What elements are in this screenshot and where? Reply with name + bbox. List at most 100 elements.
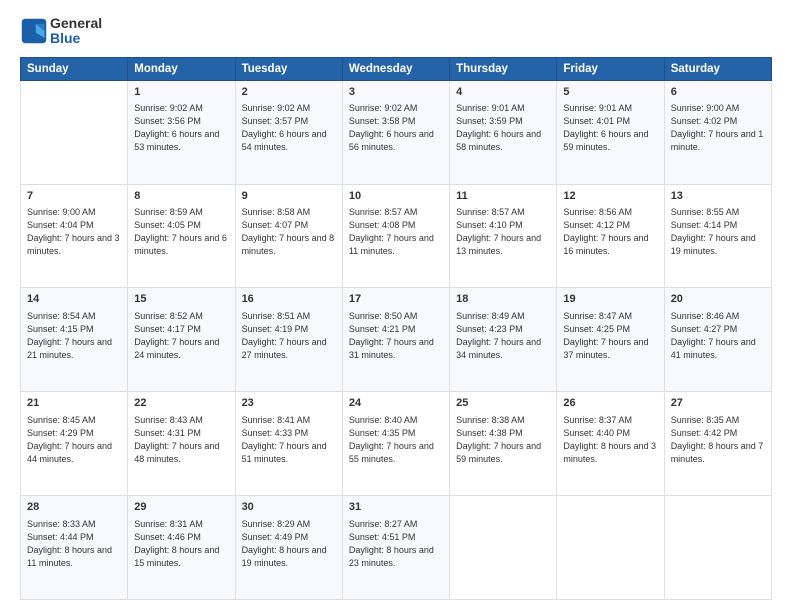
calendar-table: SundayMondayTuesdayWednesdayThursdayFrid…	[20, 57, 772, 600]
day-info: Sunrise: 8:27 AMSunset: 4:51 PMDaylight:…	[349, 518, 443, 570]
day-info: Sunrise: 8:58 AMSunset: 4:07 PMDaylight:…	[242, 206, 336, 258]
calendar-cell	[664, 496, 771, 600]
day-info: Sunrise: 9:00 AMSunset: 4:02 PMDaylight:…	[671, 102, 765, 154]
column-header-friday: Friday	[557, 57, 664, 80]
column-header-monday: Monday	[128, 57, 235, 80]
day-info: Sunrise: 9:02 AMSunset: 3:56 PMDaylight:…	[134, 102, 228, 154]
day-number: 28	[27, 500, 121, 515]
day-number: 22	[134, 396, 228, 411]
cell-content: 19 Sunrise: 8:47 AMSunset: 4:25 PMDayligh…	[563, 292, 657, 362]
day-info: Sunrise: 8:43 AMSunset: 4:31 PMDaylight:…	[134, 414, 228, 466]
calendar-cell	[21, 80, 128, 184]
day-info: Sunrise: 8:41 AMSunset: 4:33 PMDaylight:…	[242, 414, 336, 466]
cell-content: 9Sunrise: 8:58 AMSunset: 4:07 PMDaylight…	[242, 189, 336, 259]
day-info: Sunrise: 8:40 AMSunset: 4:35 PMDaylight:…	[349, 414, 443, 466]
calendar-cell: 26Sunrise: 8:37 AMSunset: 4:40 PMDayligh…	[557, 392, 664, 496]
day-number: 31	[349, 500, 443, 515]
calendar-cell: 8Sunrise: 8:59 AMSunset: 4:05 PMDaylight…	[128, 184, 235, 288]
cell-content: 10Sunrise: 8:57 AMSunset: 4:08 PMDayligh…	[349, 189, 443, 259]
day-number: 11	[456, 189, 550, 204]
cell-content: 3Sunrise: 9:02 AMSunset: 3:58 PMDaylight…	[349, 85, 443, 155]
column-header-thursday: Thursday	[450, 57, 557, 80]
calendar-cell	[450, 496, 557, 600]
calendar-cell: 5Sunrise: 9:01 AMSunset: 4:01 PMDaylight…	[557, 80, 664, 184]
day-number: 23	[242, 396, 336, 411]
cell-content: 23 Sunrise: 8:41 AMSunset: 4:33 PMDayligh…	[242, 396, 336, 466]
day-number: 19	[563, 292, 657, 307]
calendar-cell: 28Sunrise: 8:33 AMSunset: 4:44 PMDayligh…	[21, 496, 128, 600]
cell-content: 28Sunrise: 8:33 AMSunset: 4:44 PMDayligh…	[27, 500, 121, 570]
day-info: Sunrise: 8:52 AMSunset: 4:17 PMDaylight:…	[134, 310, 228, 362]
day-number: 8	[134, 189, 228, 204]
day-number: 7	[27, 189, 121, 204]
day-number: 4	[456, 85, 550, 100]
column-header-wednesday: Wednesday	[342, 57, 449, 80]
calendar-cell: 2Sunrise: 9:02 AMSunset: 3:57 PMDaylight…	[235, 80, 342, 184]
day-number: 15	[134, 292, 228, 307]
cell-content: 12 Sunrise: 8:56 AMSunset: 4:12 PMDayligh…	[563, 189, 657, 259]
calendar-cell: 1Sunrise: 9:02 AMSunset: 3:56 PMDaylight…	[128, 80, 235, 184]
calendar-cell: 9Sunrise: 8:58 AMSunset: 4:07 PMDaylight…	[235, 184, 342, 288]
calendar-cell: 30 Sunrise: 8:29 AMSunset: 4:49 PMDayligh…	[235, 496, 342, 600]
day-info: Sunrise: 9:00 AMSunset: 4:04 PMDaylight:…	[27, 206, 121, 258]
cell-content: 17Sunrise: 8:50 AMSunset: 4:21 PMDayligh…	[349, 292, 443, 362]
cell-content: 31 Sunrise: 8:27 AMSunset: 4:51 PMDayligh…	[349, 500, 443, 570]
cell-content: 22 Sunrise: 8:43 AMSunset: 4:31 PMDayligh…	[134, 396, 228, 466]
cell-content: 8Sunrise: 8:59 AMSunset: 4:05 PMDaylight…	[134, 189, 228, 259]
day-info: Sunrise: 8:54 AMSunset: 4:15 PMDaylight:…	[27, 310, 121, 362]
day-info: Sunrise: 8:55 AMSunset: 4:14 PMDaylight:…	[671, 206, 765, 258]
cell-content: 5Sunrise: 9:01 AMSunset: 4:01 PMDaylight…	[563, 85, 657, 155]
calendar-cell: 21Sunrise: 8:45 AMSunset: 4:29 PMDayligh…	[21, 392, 128, 496]
cell-content: 21Sunrise: 8:45 AMSunset: 4:29 PMDayligh…	[27, 396, 121, 466]
calendar-cell: 24Sunrise: 8:40 AMSunset: 4:35 PMDayligh…	[342, 392, 449, 496]
day-number: 21	[27, 396, 121, 411]
cell-content: 29 Sunrise: 8:31 AMSunset: 4:46 PMDayligh…	[134, 500, 228, 570]
week-row-2: 7 Sunrise: 9:00 AMSunset: 4:04 PMDaylight…	[21, 184, 772, 288]
day-info: Sunrise: 8:29 AMSunset: 4:49 PMDaylight:…	[242, 518, 336, 570]
cell-content: 26Sunrise: 8:37 AMSunset: 4:40 PMDayligh…	[563, 396, 657, 466]
day-info: Sunrise: 8:56 AMSunset: 4:12 PMDaylight:…	[563, 206, 657, 258]
day-number: 29	[134, 500, 228, 515]
calendar-cell: 31 Sunrise: 8:27 AMSunset: 4:51 PMDayligh…	[342, 496, 449, 600]
week-row-3: 14Sunrise: 8:54 AMSunset: 4:15 PMDayligh…	[21, 288, 772, 392]
cell-content: 18 Sunrise: 8:49 AMSunset: 4:23 PMDayligh…	[456, 292, 550, 362]
day-info: Sunrise: 9:02 AMSunset: 3:57 PMDaylight:…	[242, 102, 336, 154]
cell-content: 25Sunrise: 8:38 AMSunset: 4:38 PMDayligh…	[456, 396, 550, 466]
day-number: 12	[563, 189, 657, 204]
day-info: Sunrise: 8:50 AMSunset: 4:21 PMDaylight:…	[349, 310, 443, 362]
day-number: 20	[671, 292, 765, 307]
day-info: Sunrise: 8:46 AMSunset: 4:27 PMDaylight:…	[671, 310, 765, 362]
day-info: Sunrise: 8:51 AMSunset: 4:19 PMDaylight:…	[242, 310, 336, 362]
header: General Blue	[20, 16, 772, 47]
calendar-cell: 10Sunrise: 8:57 AMSunset: 4:08 PMDayligh…	[342, 184, 449, 288]
calendar-cell: 4 Sunrise: 9:01 AMSunset: 3:59 PMDaylight…	[450, 80, 557, 184]
day-number: 30	[242, 500, 336, 515]
day-info: Sunrise: 8:49 AMSunset: 4:23 PMDaylight:…	[456, 310, 550, 362]
cell-content: 4 Sunrise: 9:01 AMSunset: 3:59 PMDaylight…	[456, 85, 550, 155]
day-number: 18	[456, 292, 550, 307]
cell-content: 6Sunrise: 9:00 AMSunset: 4:02 PMDaylight…	[671, 85, 765, 155]
cell-content: 13Sunrise: 8:55 AMSunset: 4:14 PMDayligh…	[671, 189, 765, 259]
calendar-cell: 27 Sunrise: 8:35 AMSunset: 4:42 PMDayligh…	[664, 392, 771, 496]
calendar-cell: 23 Sunrise: 8:41 AMSunset: 4:33 PMDayligh…	[235, 392, 342, 496]
calendar-cell: 22 Sunrise: 8:43 AMSunset: 4:31 PMDayligh…	[128, 392, 235, 496]
calendar-cell: 18 Sunrise: 8:49 AMSunset: 4:23 PMDayligh…	[450, 288, 557, 392]
day-number: 27	[671, 396, 765, 411]
cell-content: 14Sunrise: 8:54 AMSunset: 4:15 PMDayligh…	[27, 292, 121, 362]
week-row-5: 28Sunrise: 8:33 AMSunset: 4:44 PMDayligh…	[21, 496, 772, 600]
calendar-cell: 15 Sunrise: 8:52 AMSunset: 4:17 PMDayligh…	[128, 288, 235, 392]
day-number: 16	[242, 292, 336, 307]
week-row-4: 21Sunrise: 8:45 AMSunset: 4:29 PMDayligh…	[21, 392, 772, 496]
day-info: Sunrise: 8:35 AMSunset: 4:42 PMDaylight:…	[671, 414, 765, 466]
calendar-cell: 7 Sunrise: 9:00 AMSunset: 4:04 PMDaylight…	[21, 184, 128, 288]
calendar-cell: 29 Sunrise: 8:31 AMSunset: 4:46 PMDayligh…	[128, 496, 235, 600]
day-number: 25	[456, 396, 550, 411]
cell-content: 2Sunrise: 9:02 AMSunset: 3:57 PMDaylight…	[242, 85, 336, 155]
day-info: Sunrise: 9:01 AMSunset: 3:59 PMDaylight:…	[456, 102, 550, 154]
day-info: Sunrise: 8:47 AMSunset: 4:25 PMDaylight:…	[563, 310, 657, 362]
calendar-cell: 3Sunrise: 9:02 AMSunset: 3:58 PMDaylight…	[342, 80, 449, 184]
day-info: Sunrise: 8:37 AMSunset: 4:40 PMDaylight:…	[563, 414, 657, 466]
calendar-cell: 6Sunrise: 9:00 AMSunset: 4:02 PMDaylight…	[664, 80, 771, 184]
day-info: Sunrise: 8:31 AMSunset: 4:46 PMDaylight:…	[134, 518, 228, 570]
calendar-cell: 16 Sunrise: 8:51 AMSunset: 4:19 PMDayligh…	[235, 288, 342, 392]
